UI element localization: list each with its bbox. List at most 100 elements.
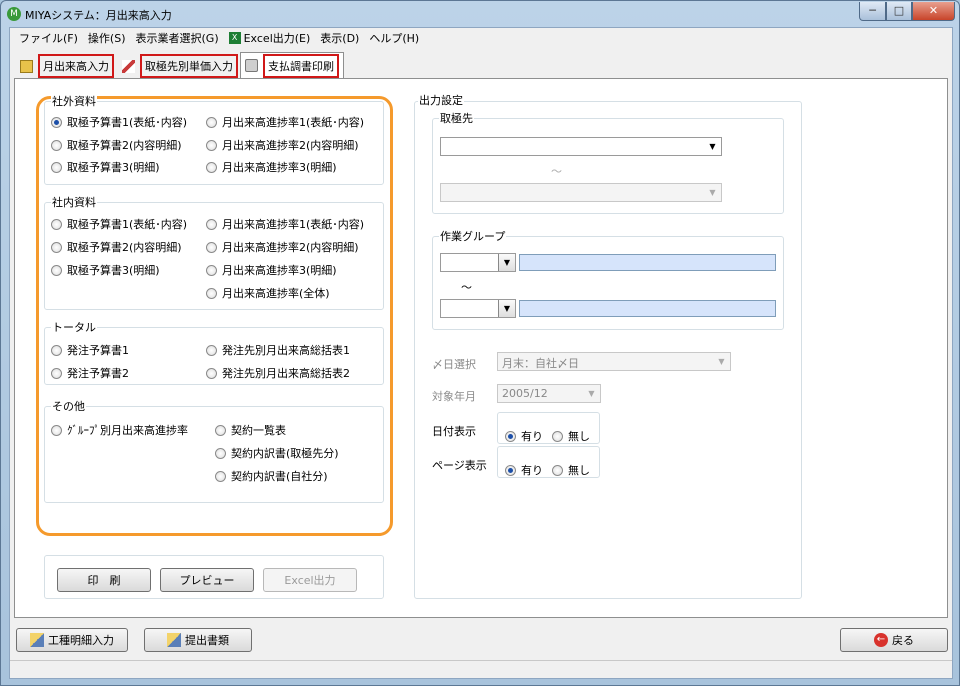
menu-help[interactable]: ヘルプ(H) bbox=[364, 30, 424, 46]
radio-int-progress3[interactable]: 月出来高進捗率3(明細) bbox=[206, 262, 337, 278]
workgroup-to-name[interactable] bbox=[519, 300, 776, 317]
radio-contract-detail-own[interactable]: 契約内訳書(自社分) bbox=[215, 468, 328, 484]
tab-monthly-output[interactable]: 月出来高入力 bbox=[16, 54, 118, 78]
excel-icon: X bbox=[228, 32, 241, 44]
radio-dot bbox=[215, 470, 226, 482]
radio-ext-budget3[interactable]: 取極予算書3(明細) bbox=[51, 159, 160, 175]
radio-label: 発注予算書2 bbox=[67, 367, 129, 380]
radio-dot bbox=[552, 464, 563, 476]
back-arrow-icon: ← bbox=[874, 633, 888, 647]
menu-vendor-select[interactable]: 表示業者選択(G) bbox=[131, 30, 224, 46]
radio-order-summary2[interactable]: 発注先別月出来高総括表2 bbox=[206, 365, 350, 381]
dropdown-arrow-icon: ▼ bbox=[709, 142, 716, 151]
maximize-button[interactable]: □ bbox=[886, 2, 912, 21]
radio-int-progress2[interactable]: 月出来高進捗率2(内容明細) bbox=[206, 239, 359, 255]
radio-dot bbox=[215, 424, 226, 436]
radio-label: 取極予算書2(内容明細) bbox=[67, 241, 182, 254]
group-other-title: その他 bbox=[51, 400, 86, 413]
radio-dot bbox=[51, 264, 62, 276]
radio-int-budget2[interactable]: 取極予算書2(内容明細) bbox=[51, 239, 182, 255]
radio-int-progress1[interactable]: 月出来高進捗率1(表紙･内容) bbox=[206, 216, 364, 232]
tab-payment-report-print[interactable]: 支払調書印刷 bbox=[240, 52, 344, 78]
radio-dot bbox=[206, 161, 217, 173]
close-button[interactable]: ✕ bbox=[912, 2, 955, 21]
radio-date-display-no[interactable]: 無し bbox=[552, 428, 590, 444]
radio-page-display-yes[interactable]: 有り bbox=[505, 462, 543, 478]
radio-page-display-no[interactable]: 無し bbox=[552, 462, 590, 478]
closing-date-select[interactable]: 月末：自社〆日 ▼ bbox=[497, 352, 731, 371]
radio-label: 契約内訳書(自社分) bbox=[231, 470, 328, 483]
work-detail-button[interactable]: 工種明細入力 bbox=[16, 628, 128, 652]
radio-dot bbox=[206, 287, 217, 299]
radio-dot bbox=[206, 367, 217, 379]
preview-button[interactable]: プレビュー bbox=[160, 568, 254, 592]
output-settings-title: 出力設定 bbox=[418, 94, 464, 107]
work-detail-label: 工種明細入力 bbox=[48, 634, 114, 647]
group-total-title: トータル bbox=[51, 321, 97, 334]
radio-order-summary1[interactable]: 発注先別月出来高総括表1 bbox=[206, 342, 350, 358]
radio-label: 無し bbox=[568, 430, 590, 443]
workgroup-group-title: 作業グループ bbox=[439, 230, 507, 243]
radio-int-budget1[interactable]: 取極予算書1(表紙･内容) bbox=[51, 216, 187, 232]
radio-label: 発注先別月出来高総括表1 bbox=[222, 344, 350, 357]
target-month-select[interactable]: 2005/12 ▼ bbox=[497, 384, 601, 403]
excel-output-button[interactable]: Excel出力 bbox=[263, 568, 357, 592]
radio-dot bbox=[206, 218, 217, 230]
partner-from-select[interactable]: ▼ bbox=[440, 137, 722, 156]
workgroup-from-select[interactable]: ▼ bbox=[440, 253, 516, 272]
radio-label: 無し bbox=[568, 464, 590, 477]
radio-label: 月出来高進捗率(全体) bbox=[222, 287, 330, 300]
closing-date-label: 〆日選択 bbox=[432, 358, 476, 371]
partner-range-tilde: ～ bbox=[551, 165, 562, 178]
radio-contract-detail-partner[interactable]: 契約内訳書(取極先分) bbox=[215, 445, 339, 461]
radio-dot bbox=[206, 264, 217, 276]
radio-contract-list[interactable]: 契約一覧表 bbox=[215, 422, 286, 438]
radio-label: 発注予算書1 bbox=[67, 344, 129, 357]
radio-dot bbox=[51, 424, 62, 436]
radio-int-budget3[interactable]: 取極予算書3(明細) bbox=[51, 262, 160, 278]
radio-ext-budget1[interactable]: 取極予算書1(表紙･内容) bbox=[51, 114, 187, 130]
spreadsheet-icon bbox=[20, 59, 33, 73]
window-title: MIYAシステム：月出来高入力 bbox=[25, 9, 172, 22]
radio-group-progress[interactable]: ｸﾞﾙｰﾌﾟ別月出来高進捗率 bbox=[51, 422, 188, 438]
print-button[interactable]: 印 刷 bbox=[57, 568, 151, 592]
menu-operation[interactable]: 操作(S) bbox=[83, 30, 131, 46]
partner-to-select[interactable]: ▼ bbox=[440, 183, 722, 202]
group-total: トータル 発注予算書1 発注先別月出来高総括表1 発注予算書2 発注先別月出来高… bbox=[44, 321, 384, 385]
menu-file[interactable]: ファイル(F) bbox=[14, 30, 83, 46]
radio-dot bbox=[206, 139, 217, 151]
printer-icon bbox=[245, 59, 258, 72]
dropdown-arrow-icon: ▼ bbox=[498, 254, 515, 271]
radio-dot bbox=[206, 241, 217, 253]
back-button[interactable]: ← 戻る bbox=[840, 628, 948, 652]
menu-view[interactable]: 表示(D) bbox=[315, 30, 364, 46]
submit-docs-label: 提出書類 bbox=[185, 634, 229, 647]
radio-int-progress-all[interactable]: 月出来高進捗率(全体) bbox=[206, 285, 330, 301]
radio-label: 月出来高進捗率1(表紙･内容) bbox=[222, 218, 365, 231]
radio-label: 取極予算書1(表紙･内容) bbox=[67, 116, 188, 129]
radio-label: 取極予算書3(明細) bbox=[67, 264, 160, 277]
status-bar bbox=[10, 660, 952, 678]
radio-date-display-yes[interactable]: 有り bbox=[505, 428, 543, 444]
radio-label: 月出来高進捗率3(明細) bbox=[222, 161, 337, 174]
radio-ext-progress2[interactable]: 月出来高進捗率2(内容明細) bbox=[206, 137, 359, 153]
menu-excel-output[interactable]: X Excel出力(E) bbox=[224, 30, 316, 46]
target-month-label: 対象年月 bbox=[432, 390, 476, 403]
workgroup-to-select[interactable]: ▼ bbox=[440, 299, 516, 318]
dropdown-arrow-icon: ▼ bbox=[709, 188, 716, 197]
tab-partner-unit-price[interactable]: 取極先別単価入力 bbox=[118, 54, 242, 78]
radio-ext-budget2[interactable]: 取極予算書2(内容明細) bbox=[51, 137, 182, 153]
minimize-button[interactable]: ─ bbox=[859, 2, 886, 21]
app-icon: M bbox=[7, 7, 21, 21]
date-display-label: 日付表示 bbox=[432, 425, 476, 438]
radio-ext-progress3[interactable]: 月出来高進捗率3(明細) bbox=[206, 159, 337, 175]
radio-dot bbox=[552, 430, 563, 442]
submit-docs-button[interactable]: 提出書類 bbox=[144, 628, 252, 652]
radio-ext-progress1[interactable]: 月出来高進捗率1(表紙･内容) bbox=[206, 114, 364, 130]
target-month-value: 2005/12 bbox=[502, 387, 548, 400]
radio-order-budget1[interactable]: 発注予算書1 bbox=[51, 342, 129, 358]
workgroup-from-name[interactable] bbox=[519, 254, 776, 271]
workgroup-range-tilde: ～ bbox=[461, 281, 472, 294]
radio-dot bbox=[206, 116, 217, 128]
radio-order-budget2[interactable]: 発注予算書2 bbox=[51, 365, 129, 381]
